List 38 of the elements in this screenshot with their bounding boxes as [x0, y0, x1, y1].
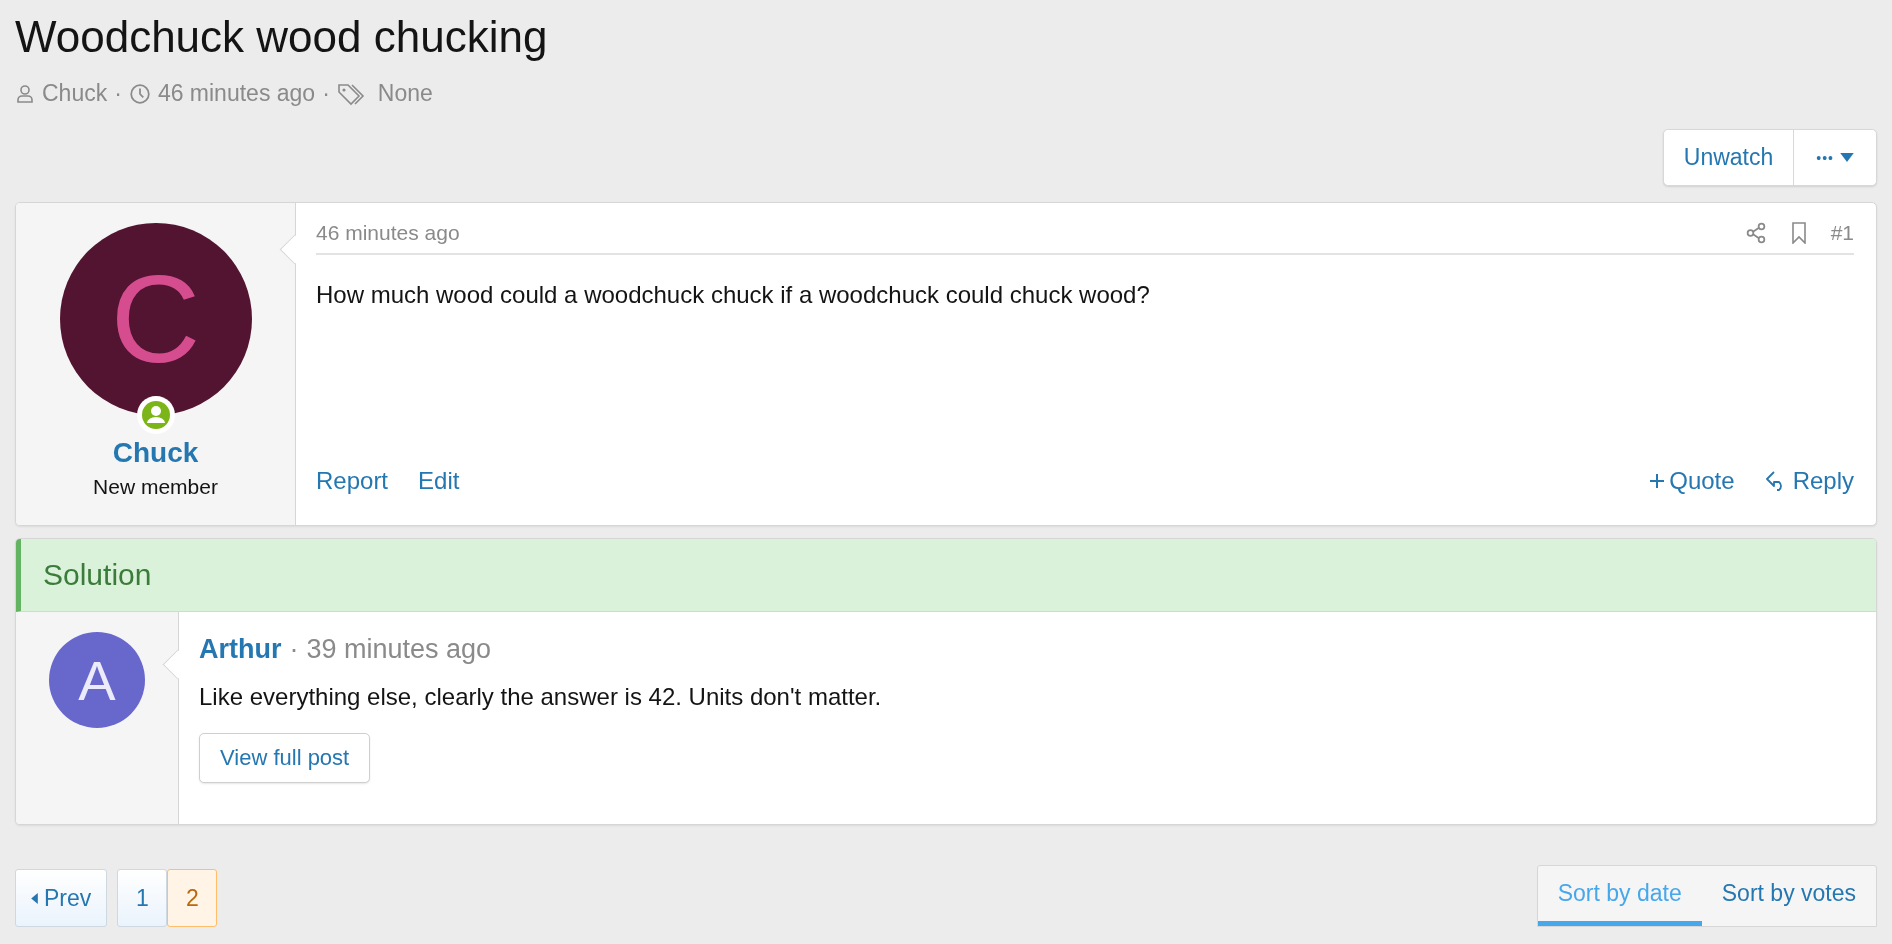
- view-full-post-button[interactable]: View full post: [199, 733, 371, 783]
- thread-author[interactable]: Chuck: [42, 80, 108, 107]
- plus-icon: [1649, 473, 1666, 489]
- author-name[interactable]: Arthur: [199, 634, 282, 665]
- author-name[interactable]: Chuck: [112, 437, 199, 469]
- quote-link[interactable]: Quote: [1649, 467, 1735, 495]
- reply-link[interactable]: Reply: [1764, 467, 1854, 495]
- solution-body: Like everything else, clearly the answer is 42. Units don't matter.: [199, 683, 883, 711]
- clock-icon: [128, 82, 151, 105]
- thread-tags: None: [377, 80, 433, 107]
- post-number[interactable]: #1: [1830, 221, 1854, 245]
- avatar: C: [59, 223, 252, 415]
- page-button[interactable]: 2: [167, 869, 218, 927]
- separator-dot: ·: [114, 80, 122, 107]
- thread-time: 46 minutes ago: [157, 80, 316, 107]
- more-menu-button[interactable]: •••: [1793, 130, 1876, 185]
- separator-dot: ·: [322, 80, 330, 107]
- caret-icon: [1840, 153, 1854, 162]
- solution-label: Solution: [43, 558, 152, 592]
- thread-title: Woodchuck wood chucking: [15, 11, 549, 63]
- caret-icon: [31, 892, 38, 904]
- share-icon[interactable]: [1744, 222, 1767, 244]
- post-time[interactable]: 46 minutes ago: [316, 221, 460, 245]
- sort-tab[interactable]: Sort by date: [1537, 866, 1702, 926]
- unwatch-button[interactable]: Unwatch: [1663, 130, 1794, 185]
- post-action-link[interactable]: Edit: [418, 467, 460, 495]
- separator-dot: ·: [289, 634, 299, 665]
- bookmark-icon[interactable]: [1790, 222, 1807, 244]
- page-button[interactable]: 1: [117, 869, 168, 927]
- post-body: How much wood could a woodchuck chuck if a woodchuck could chuck wood?: [316, 281, 1151, 310]
- post-action-link[interactable]: Report: [316, 467, 389, 495]
- user-icon: [15, 83, 35, 104]
- sort-tab[interactable]: Sort by votes: [1701, 866, 1876, 926]
- user-role: New member: [93, 475, 218, 499]
- prev-page-button[interactable]: Prev: [15, 869, 108, 927]
- post-time: 39 minutes ago: [306, 634, 492, 665]
- member-badge-icon: [135, 395, 176, 435]
- avatar: A: [49, 632, 145, 728]
